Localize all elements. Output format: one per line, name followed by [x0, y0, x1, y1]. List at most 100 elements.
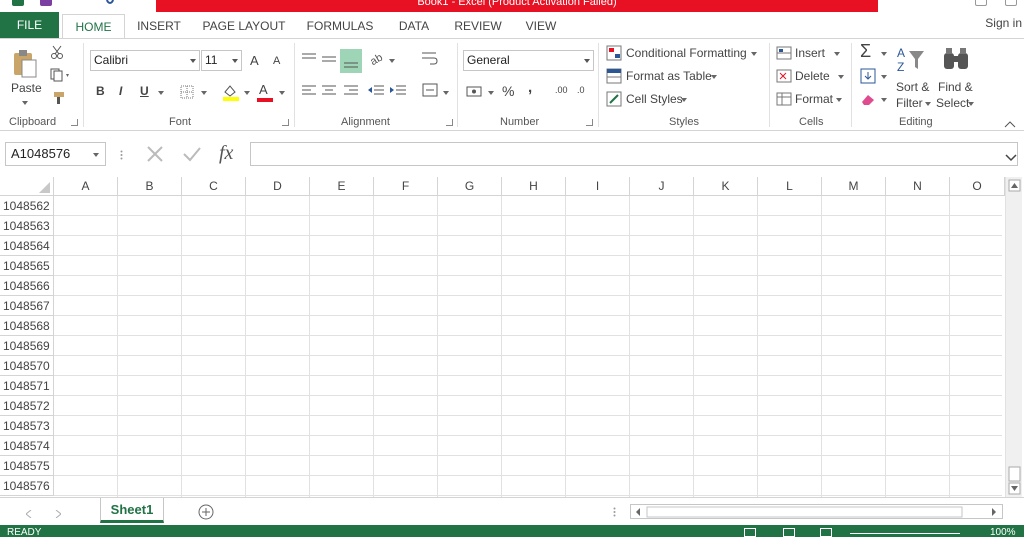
- clear-dropdown-icon[interactable]: [881, 98, 887, 102]
- expand-formula-bar-icon[interactable]: [1005, 151, 1017, 165]
- column-header[interactable]: K: [694, 177, 758, 196]
- font-launcher-icon[interactable]: [282, 119, 289, 126]
- decrease-indent-icon[interactable]: [368, 85, 384, 100]
- number-format-select[interactable]: General: [463, 50, 594, 71]
- column-header[interactable]: H: [502, 177, 566, 196]
- shrink-font-button[interactable]: A: [273, 55, 280, 67]
- column-header[interactable]: A: [54, 177, 118, 196]
- tab-review[interactable]: REVIEW: [448, 14, 508, 39]
- cell-styles-icon[interactable]: [606, 91, 622, 110]
- enter-check-icon[interactable]: [182, 145, 202, 166]
- align-center-icon[interactable]: [322, 85, 336, 100]
- row-header[interactable]: 1048570: [0, 356, 54, 376]
- column-header[interactable]: N: [886, 177, 950, 196]
- row-header[interactable]: 1048571: [0, 376, 54, 396]
- cancel-icon[interactable]: [146, 145, 164, 166]
- tab-view[interactable]: VIEW: [516, 14, 566, 39]
- close-window-icon[interactable]: [1005, 0, 1017, 6]
- wrap-text-icon[interactable]: [422, 51, 438, 68]
- insert-cells-button[interactable]: Insert: [795, 46, 825, 60]
- splitter-handle-icon[interactable]: [613, 506, 616, 520]
- row-header[interactable]: 1048574: [0, 436, 54, 456]
- underline-button[interactable]: U: [140, 84, 149, 98]
- grow-font-button[interactable]: A: [250, 53, 259, 68]
- vertical-scrollbar[interactable]: [1005, 177, 1022, 497]
- align-top-icon[interactable]: [302, 52, 316, 66]
- cut-icon[interactable]: [50, 45, 64, 62]
- row-header[interactable]: 1048562: [0, 196, 54, 216]
- insert-cells-icon[interactable]: [776, 46, 792, 63]
- zoom-level[interactable]: 100%: [990, 528, 1016, 537]
- column-header[interactable]: G: [438, 177, 502, 196]
- row-header[interactable]: 1048572: [0, 396, 54, 416]
- sort-filter-label-1[interactable]: Sort &: [896, 80, 929, 94]
- merge-center-icon[interactable]: [422, 83, 438, 100]
- sheet-tab-sheet1[interactable]: Sheet1: [100, 498, 164, 523]
- fill-down-icon[interactable]: [860, 68, 876, 87]
- accounting-format-icon[interactable]: [466, 84, 484, 103]
- drag-handle-icon[interactable]: [120, 149, 123, 163]
- format-cells-icon[interactable]: [776, 92, 792, 109]
- sign-in-link[interactable]: Sign in: [985, 16, 1022, 30]
- row-header[interactable]: 1048567: [0, 296, 54, 316]
- paste-button[interactable]: Paste: [11, 81, 42, 95]
- accounting-dropdown-icon[interactable]: [488, 91, 494, 95]
- scroll-tabs-left-icon[interactable]: [25, 507, 32, 521]
- column-header[interactable]: E: [310, 177, 374, 196]
- zoom-slider[interactable]: [850, 533, 960, 534]
- delete-cells-icon[interactable]: [776, 69, 792, 86]
- row-header[interactable]: 1048565: [0, 256, 54, 276]
- autosum-button[interactable]: Σ: [860, 41, 871, 62]
- tab-home[interactable]: HOME: [62, 14, 125, 40]
- find-binoculars-icon[interactable]: [942, 47, 970, 74]
- cell-grid[interactable]: [54, 196, 1002, 497]
- conditional-formatting-button[interactable]: Conditional Formatting: [626, 46, 747, 60]
- tab-file[interactable]: FILE: [0, 12, 59, 39]
- sort-filter-label-2[interactable]: Filter: [896, 96, 923, 110]
- clipboard-launcher-icon[interactable]: [71, 119, 78, 126]
- row-header[interactable]: 1048576: [0, 476, 54, 496]
- font-size-select[interactable]: 11: [201, 50, 242, 71]
- restore-icon[interactable]: [975, 0, 987, 6]
- page-break-view-icon[interactable]: [820, 528, 832, 537]
- row-header[interactable]: 1048566: [0, 276, 54, 296]
- autosum-dropdown-icon[interactable]: [881, 52, 887, 56]
- alignment-launcher-icon[interactable]: [446, 119, 453, 126]
- undo-icon[interactable]: [106, 0, 114, 4]
- borders-icon[interactable]: [180, 85, 194, 102]
- align-middle-icon[interactable]: [322, 54, 336, 68]
- select-all-corner[interactable]: [0, 177, 54, 196]
- copy-icon[interactable]: [50, 68, 70, 85]
- sort-filter-dropdown-icon[interactable]: [925, 102, 931, 106]
- row-header[interactable]: 1048569: [0, 336, 54, 356]
- comma-style-button[interactable]: ,: [528, 79, 532, 96]
- align-right-icon[interactable]: [344, 85, 358, 100]
- delete-cells-button[interactable]: Delete: [795, 69, 830, 83]
- paste-icon[interactable]: [12, 49, 38, 79]
- collapse-ribbon-icon[interactable]: [1004, 117, 1016, 131]
- format-as-table-dropdown-icon[interactable]: [711, 75, 717, 79]
- column-header[interactable]: I: [566, 177, 630, 196]
- font-color-dropdown-icon[interactable]: [279, 91, 285, 95]
- normal-view-icon[interactable]: [744, 528, 756, 537]
- row-header[interactable]: 1048568: [0, 316, 54, 336]
- cell-styles-button[interactable]: Cell Styles: [626, 92, 683, 106]
- insert-function-button[interactable]: fx: [219, 142, 233, 165]
- row-header[interactable]: 1048564: [0, 236, 54, 256]
- row-header[interactable]: 1048563: [0, 216, 54, 236]
- column-header[interactable]: L: [758, 177, 822, 196]
- sort-filter-icon[interactable]: AZ: [896, 45, 928, 76]
- scroll-tabs-right-icon[interactable]: [55, 507, 62, 521]
- column-header[interactable]: J: [630, 177, 694, 196]
- format-cells-dropdown-icon[interactable]: [836, 98, 842, 102]
- percent-style-button[interactable]: %: [502, 83, 514, 99]
- font-name-select[interactable]: Calibri: [90, 50, 200, 71]
- name-box[interactable]: A1048576: [5, 142, 106, 166]
- underline-dropdown-icon[interactable]: [158, 91, 164, 95]
- format-painter-icon[interactable]: [50, 91, 66, 108]
- number-launcher-icon[interactable]: [586, 119, 593, 126]
- merge-dropdown-icon[interactable]: [443, 91, 449, 95]
- fill-color-dropdown-icon[interactable]: [244, 91, 250, 95]
- borders-dropdown-icon[interactable]: [201, 91, 207, 95]
- cell-styles-dropdown-icon[interactable]: [681, 98, 687, 102]
